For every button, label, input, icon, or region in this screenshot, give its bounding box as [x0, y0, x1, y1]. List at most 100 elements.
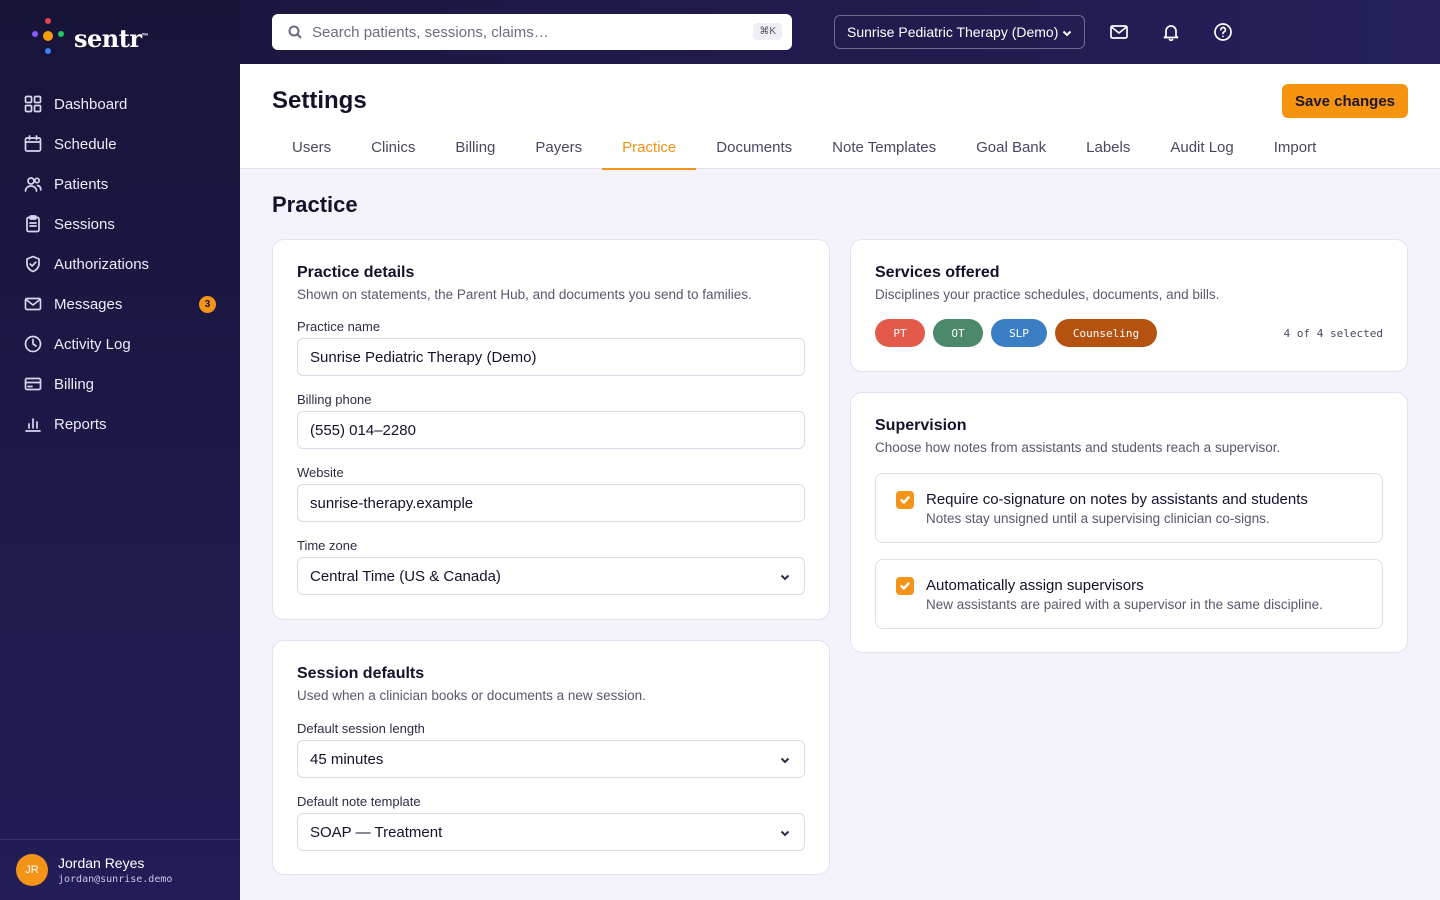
chevron-down-icon	[780, 574, 790, 581]
save-changes-button[interactable]: Save changes	[1282, 84, 1408, 118]
billing-phone-input[interactable]: (555) 014–2280	[297, 411, 805, 449]
card-subtitle: Choose how notes from assistants and stu…	[875, 440, 1281, 455]
sidebar-item-label: Patients	[54, 175, 109, 193]
auto-assign-option[interactable]: Automatically assign supervisors New ass…	[875, 559, 1383, 629]
supervision-card: Supervision Choose how notes from assist…	[850, 392, 1408, 653]
sidebar-item-label: Dashboard	[54, 95, 128, 113]
chevron-down-icon	[1062, 30, 1072, 37]
search-input[interactable]	[312, 23, 732, 41]
page-title: Settings	[272, 87, 367, 114]
tab-labels[interactable]: Labels	[1066, 128, 1150, 169]
section-title: Practice	[272, 192, 358, 217]
practice-name-input[interactable]: Sunrise Pediatric Therapy (Demo)	[297, 338, 805, 376]
tab-payers[interactable]: Payers	[515, 128, 602, 169]
check-icon	[900, 496, 910, 504]
chevron-down-icon	[780, 757, 790, 764]
card-title: Session defaults	[297, 665, 425, 682]
card-title: Services offered	[875, 264, 1000, 281]
auto-assign-checkbox[interactable]	[896, 577, 914, 595]
check-icon	[900, 582, 910, 590]
settings-header: Settings Save changes Users Clinics Bill…	[240, 64, 1440, 170]
option-description: New assistants are paired with a supervi…	[926, 597, 1323, 612]
sidebar-item-patients[interactable]: Patients	[0, 164, 240, 204]
calendar-icon	[24, 135, 42, 152]
services-selected-count: 4 of 4 selected	[1283, 327, 1383, 340]
sidebar-item-reports[interactable]: Reports	[0, 404, 240, 444]
co-signature-option[interactable]: Require co-signature on notes by assista…	[875, 473, 1383, 543]
sidebar-item-label: Messages	[54, 295, 123, 313]
service-chip-pt[interactable]: PT	[875, 319, 925, 347]
search-box[interactable]: ⌘K	[272, 14, 792, 50]
practice-switcher[interactable]: Sunrise Pediatric Therapy (Demo)	[834, 15, 1085, 49]
card-subtitle: Shown on statements, the Parent Hub, and…	[297, 287, 752, 302]
session-length-label: Default session length	[297, 721, 425, 736]
sidebar-item-messages[interactable]: Messages 3	[0, 284, 240, 324]
users-icon	[24, 177, 42, 192]
tab-clinics[interactable]: Clinics	[351, 128, 435, 169]
user-profile[interactable]: JR Jordan Reyes jordan@sunrise.demo	[0, 839, 240, 900]
mail-icon[interactable]	[1109, 22, 1129, 42]
user-name: Jordan Reyes	[58, 855, 145, 871]
option-title: Automatically assign supervisors	[926, 577, 1144, 594]
bar-chart-icon	[25, 418, 41, 432]
time-zone-label: Time zone	[297, 538, 358, 553]
tab-practice[interactable]: Practice	[602, 128, 697, 170]
sidebar-item-sessions[interactable]: Sessions	[0, 204, 240, 244]
clock-icon	[24, 335, 42, 353]
card-subtitle: Disciplines your practice schedules, doc…	[875, 287, 1220, 302]
note-template-label: Default note template	[297, 794, 421, 809]
brand-logo[interactable]: sentr™	[28, 18, 148, 58]
sidebar-item-activity-log[interactable]: Activity Log	[0, 324, 240, 364]
sidebar-item-label: Activity Log	[54, 335, 131, 353]
service-chip-ot[interactable]: OT	[933, 319, 983, 347]
service-chip-counseling[interactable]: Counseling	[1055, 319, 1157, 347]
tab-note-templates[interactable]: Note Templates	[812, 128, 956, 169]
settings-tabs: Users Clinics Billing Payers Practice Do…	[272, 128, 1337, 170]
website-input[interactable]: sunrise-therapy.example	[297, 484, 805, 522]
tab-import[interactable]: Import	[1254, 128, 1337, 169]
credit-card-icon	[24, 377, 42, 391]
tab-audit-log[interactable]: Audit Log	[1150, 128, 1253, 169]
sidebar-item-dashboard[interactable]: Dashboard	[0, 84, 240, 124]
session-defaults-card: Session defaults Used when a clinician b…	[272, 640, 830, 875]
mail-icon	[24, 297, 42, 311]
sidebar-item-authorizations[interactable]: Authorizations	[0, 244, 240, 284]
logo-mark-icon	[28, 18, 68, 58]
sidebar-nav: Dashboard Schedule Patients Sessions Aut…	[0, 84, 240, 444]
search-shortcut: ⌘K	[753, 23, 782, 40]
billing-phone-label: Billing phone	[297, 392, 372, 407]
shield-check-icon	[26, 255, 40, 273]
sidebar-item-label: Authorizations	[54, 255, 150, 273]
website-label: Website	[297, 465, 344, 480]
grid-icon	[24, 95, 42, 113]
sidebar-item-label: Schedule	[54, 135, 117, 153]
sidebar: sentr™ Dashboard Schedule Patients Sessi…	[0, 0, 240, 900]
practice-name-label: Practice name	[297, 319, 381, 334]
practice-switcher-label: Sunrise Pediatric Therapy (Demo)	[847, 24, 1059, 40]
brand-name: sentr™	[74, 23, 148, 53]
tab-documents[interactable]: Documents	[696, 128, 812, 169]
card-subtitle: Used when a clinician books or documents…	[297, 688, 646, 703]
sidebar-item-billing[interactable]: Billing	[0, 364, 240, 404]
help-icon[interactable]	[1213, 22, 1233, 42]
service-chip-slp[interactable]: SLP	[991, 319, 1047, 347]
bell-icon[interactable]	[1161, 22, 1181, 42]
option-description: Notes stay unsigned until a supervising …	[926, 511, 1270, 526]
clipboard-icon	[26, 215, 40, 233]
sidebar-item-schedule[interactable]: Schedule	[0, 124, 240, 164]
search-icon	[288, 25, 302, 39]
session-length-select[interactable]: 45 minutes	[297, 740, 805, 778]
sidebar-item-label: Sessions	[54, 215, 115, 233]
co-signature-checkbox[interactable]	[896, 491, 914, 509]
services-offered-card: Services offered Disciplines your practi…	[850, 239, 1408, 372]
tab-billing[interactable]: Billing	[435, 128, 515, 169]
tab-goal-bank[interactable]: Goal Bank	[956, 128, 1066, 169]
card-title: Supervision	[875, 417, 967, 434]
avatar: JR	[16, 854, 48, 886]
tab-users[interactable]: Users	[272, 128, 351, 169]
practice-details-card: Practice details Shown on statements, th…	[272, 239, 830, 620]
chevron-down-icon	[780, 830, 790, 837]
note-template-select[interactable]: SOAP — Treatment	[297, 813, 805, 851]
time-zone-select[interactable]: Central Time (US & Canada)	[297, 557, 805, 595]
card-title: Practice details	[297, 264, 415, 281]
